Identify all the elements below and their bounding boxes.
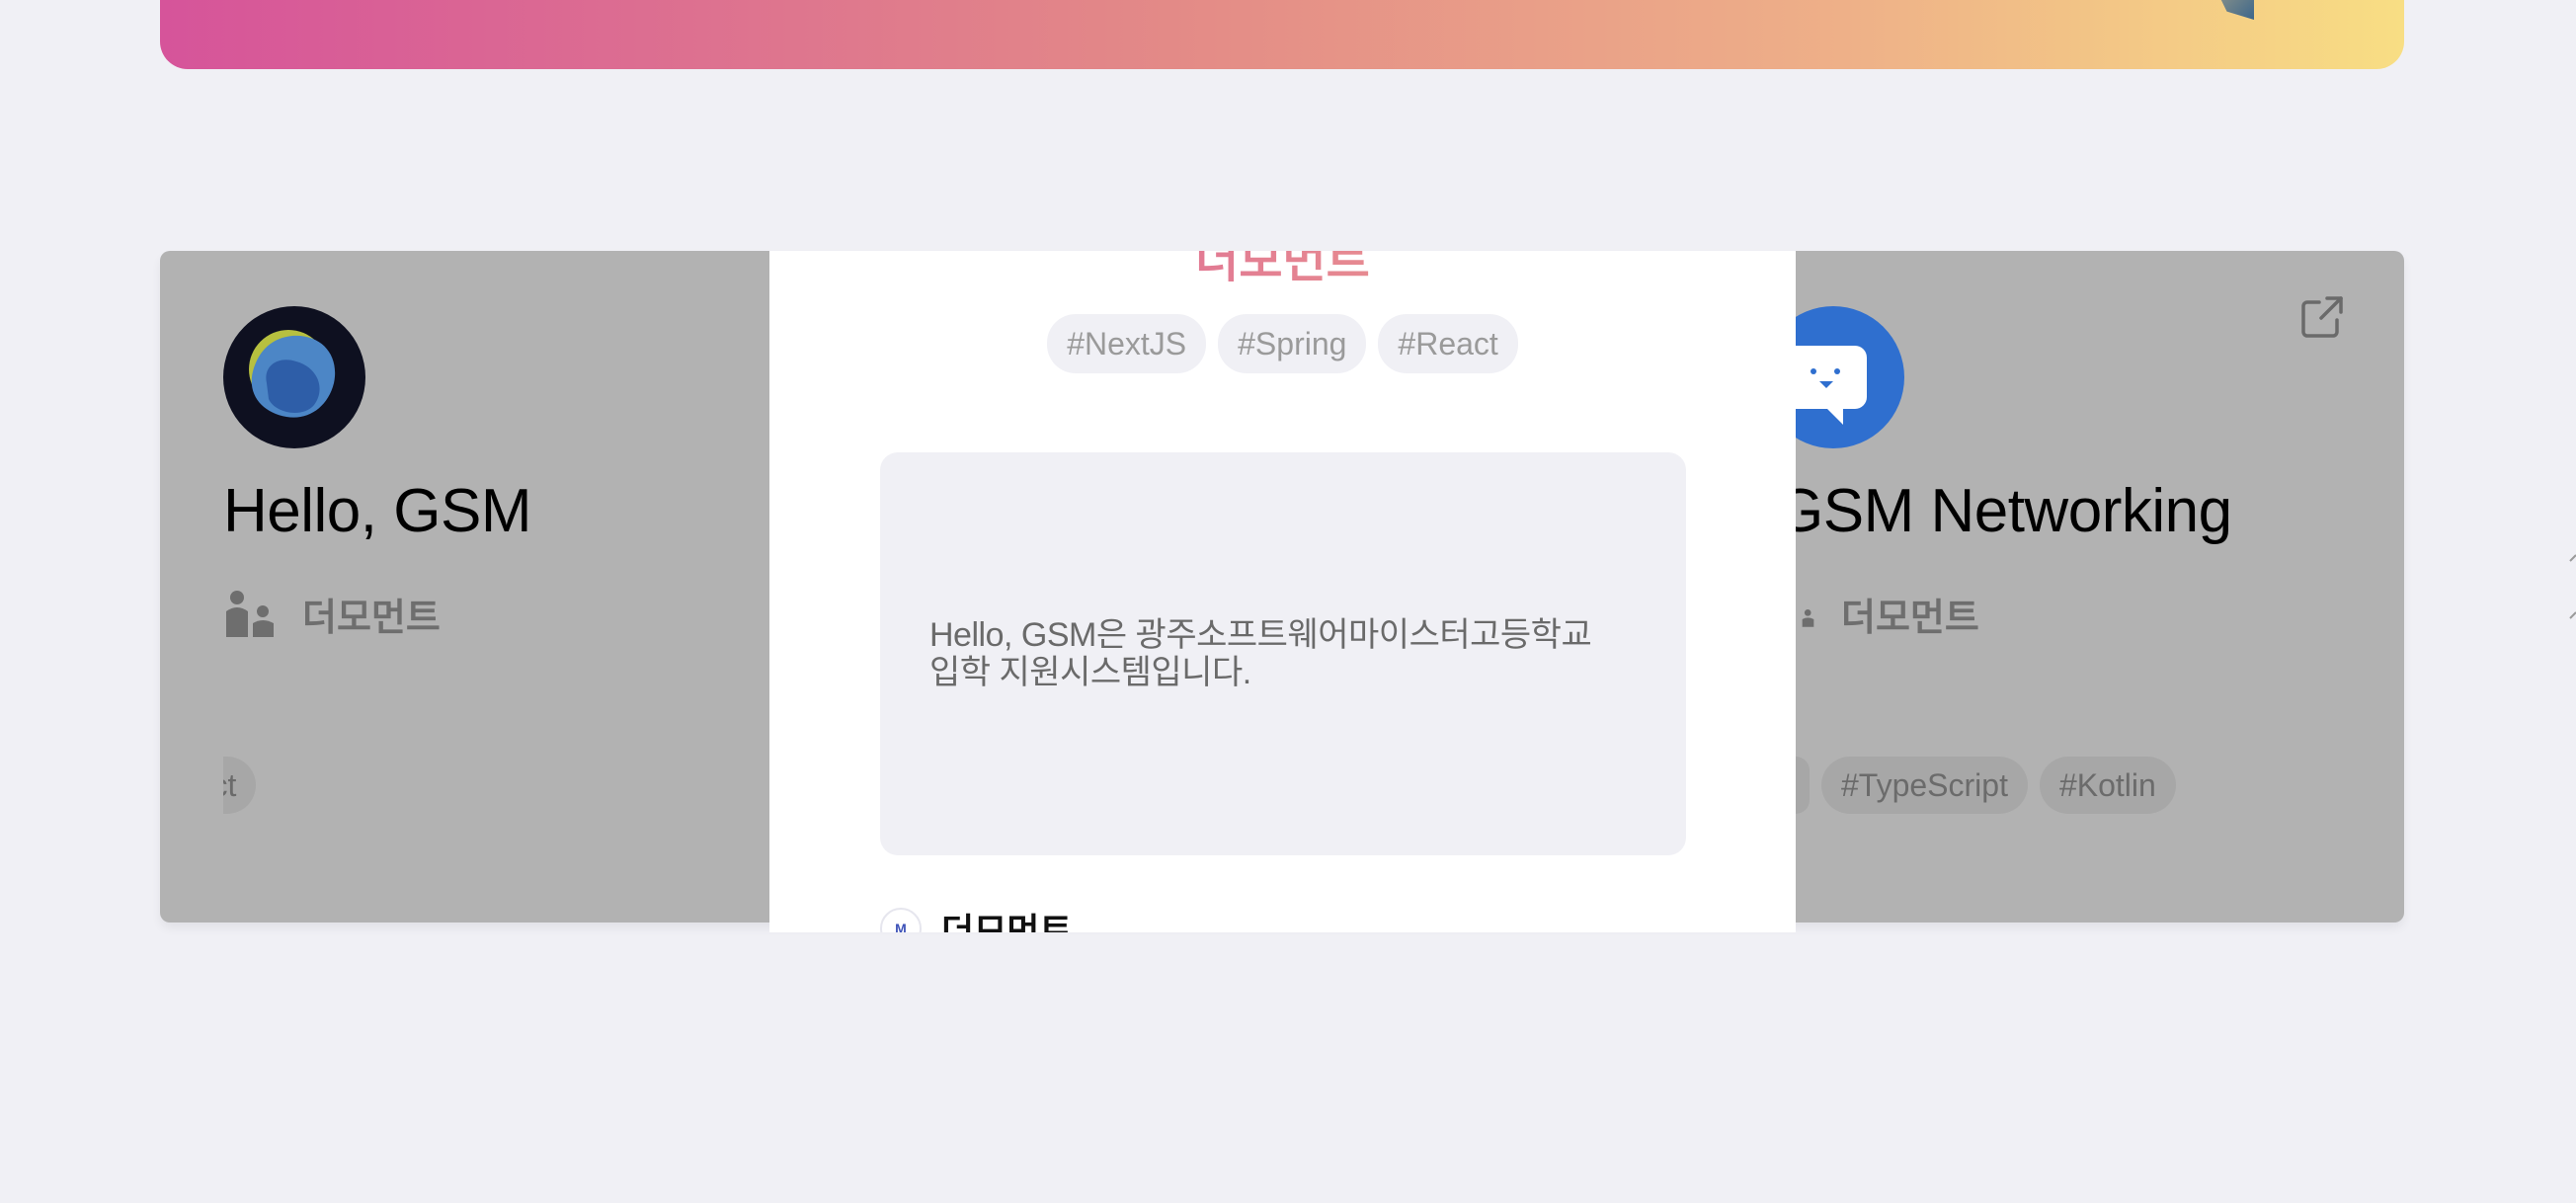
project-description: Hello, GSM은 광주소프트웨어마이스터고등학교 입학 지원시스템입니다. [929, 616, 1592, 691]
tag-chip: #React [1378, 314, 1518, 373]
tag-list: #React [223, 757, 282, 814]
tag-list: #TypeScript #Kotlin [1796, 757, 2176, 814]
team-logo: M [880, 908, 922, 932]
modal-team-name: 더모먼트 [941, 911, 1073, 932]
description-line-2: 입학 지원시스템입니다. [929, 654, 1251, 691]
project-detail-modal[interactable]: 더모먼트 #NextJS #Spring #React Hello, GSM은 … [769, 251, 1796, 932]
project-description-box: Hello, GSM은 광주소프트웨어마이스터고등학교 입학 지원시스템입니다. [880, 452, 1686, 855]
tag-chip: #React [223, 757, 257, 814]
project-logo [223, 306, 365, 448]
tag-chip: #NextJS [1047, 314, 1207, 373]
team-row: 더모먼트 [223, 587, 441, 641]
modal-team-row: M 더모먼트 [880, 903, 1072, 932]
people-icon [226, 590, 274, 637]
tag-chip: #Kotlin [2039, 757, 2176, 814]
project-title: GSM Networking [1776, 477, 2232, 545]
next-arrow-icon[interactable] [2568, 553, 2576, 622]
team-name: 더모먼트 [302, 598, 441, 639]
team-logo-letter: M [895, 921, 907, 932]
external-link-icon[interactable] [2299, 294, 2345, 340]
team-name: 더모먼트 [1841, 598, 1979, 639]
hero-banner[interactable] [160, 0, 2404, 69]
modal-title: 더모먼트 [769, 251, 1796, 290]
tag-chip-partial [1796, 757, 1810, 814]
description-line-1: Hello, GSM은 광주소프트웨어마이스터고등학교 [929, 616, 1592, 654]
project-title: Hello, GSM [223, 477, 531, 545]
tag-chip: #TypeScript [1821, 757, 2028, 814]
banner-megaphone-illustration [2211, 0, 2254, 20]
modal-tag-list: #NextJS #Spring #React [769, 314, 1796, 373]
project-card-hello-gsm[interactable]: Hello, GSM 더모먼트 #React [160, 251, 769, 922]
tag-chip: #Spring [1218, 314, 1367, 373]
team-row: 더모먼트 [1786, 587, 1979, 641]
project-card-gsm-networking[interactable]: GSM Networking 더모먼트 #TypeScript #Kotlin [1762, 251, 2404, 922]
